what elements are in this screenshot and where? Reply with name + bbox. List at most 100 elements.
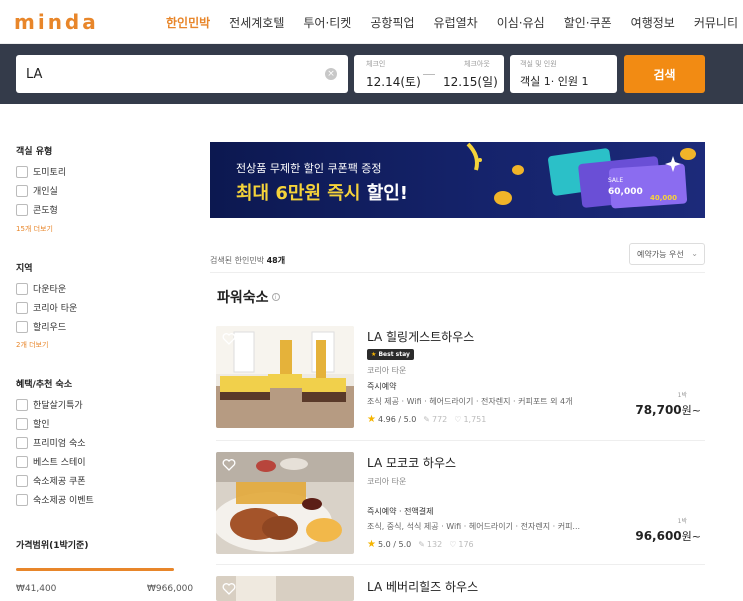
heart-icon[interactable]: [222, 582, 236, 596]
checkbox[interactable]: [16, 398, 28, 411]
nav-item-esim[interactable]: 이심·유심: [497, 14, 545, 31]
banner-coupon-illustration-icon: SALE 60,000 40,000: [466, 142, 696, 209]
like-count: 1,751: [463, 415, 487, 424]
price-amount: 78,700: [635, 403, 682, 417]
filter-benefit-premium[interactable]: 프리미엄 숙소: [16, 436, 86, 449]
checkbox[interactable]: [16, 282, 28, 295]
checkbox[interactable]: [16, 320, 28, 333]
card-divider: [216, 440, 705, 441]
filter-region-downtown[interactable]: 다운타운: [16, 282, 66, 295]
brand-logo[interactable]: minda: [14, 9, 98, 35]
heart-icon[interactable]: [222, 332, 236, 346]
checkbox[interactable]: [16, 301, 28, 314]
room-photo-bedroom-icon: [216, 326, 354, 428]
promo-banner[interactable]: 전상품 무제한 할인 쿠폰팩 증정 최대 6만원 즉시 할인! SALE 60,…: [210, 142, 705, 218]
review-icon: ✎: [418, 540, 425, 549]
main-nav: 한인민박 전세계호텔 투어·티켓 공항픽업 유럽열차 이심·유심 할인·쿠폰 여…: [166, 0, 743, 44]
filter-benefit-coupon[interactable]: 숙소제공 쿠폰: [16, 474, 86, 487]
filter-room-type-dormitory[interactable]: 도미토리: [16, 165, 66, 178]
sort-dropdown[interactable]: 예약가능 우선 ⌄: [629, 243, 705, 265]
checkbox-label: 개인실: [33, 187, 58, 197]
region-more-link[interactable]: 2개 더보기: [16, 340, 48, 350]
clear-icon[interactable]: ×: [325, 68, 337, 80]
listing-title[interactable]: LA 모코코 하우스: [367, 454, 456, 471]
chevron-down-icon: ⌄: [691, 249, 698, 258]
listing-title[interactable]: LA 베버리힐즈 하우스: [367, 578, 478, 595]
filter-price-title: 가격범위(1박기준): [16, 541, 89, 551]
room-type-more-link[interactable]: 15개 더보기: [16, 224, 53, 234]
listing-amenities: 조식 제공 · Wifi · 헤어드라이기 · 전자렌지 · 커피포트 외 4개: [367, 397, 573, 406]
result-count-value: 48개: [266, 256, 286, 265]
filter-room-type-condo[interactable]: 콘도형: [16, 203, 58, 216]
checkbox[interactable]: [16, 417, 28, 430]
nav-item-deals-coupons[interactable]: 할인·쿠폰: [564, 14, 612, 31]
date-picker[interactable]: 체크인 12.14(토) 체크아웃 12.15(일): [354, 55, 504, 93]
checkbox-label: 숙소제공 쿠폰: [33, 477, 86, 487]
checkbox[interactable]: [16, 436, 28, 449]
filter-benefit-event[interactable]: 숙소제공 이벤트: [16, 493, 94, 506]
nav-item-airport-pickup[interactable]: 공항픽업: [370, 14, 414, 31]
filter-benefit-discount[interactable]: 할인: [16, 417, 50, 430]
filter-region-koreatown[interactable]: 코리아 타운: [16, 301, 77, 314]
destination-field[interactable]: ×: [16, 55, 348, 93]
info-icon[interactable]: i: [271, 293, 280, 301]
guests-value: 객실 1· 인원 1: [520, 75, 589, 88]
guest-selector[interactable]: 객실 및 인원 객실 1· 인원 1: [510, 55, 617, 93]
nav-item-europe-rail[interactable]: 유럽열차: [434, 14, 478, 31]
listing-title[interactable]: LA 힐링게스트하우스: [367, 328, 474, 345]
filter-room-type-private[interactable]: 개인실: [16, 184, 58, 197]
filter-benefit-monthly[interactable]: 한달살기특가: [16, 398, 83, 411]
nav-item-hotels[interactable]: 전세계호텔: [229, 14, 284, 31]
checkbox[interactable]: [16, 474, 28, 487]
nav-item-community[interactable]: 커뮤니티: [694, 14, 738, 31]
svg-text:minda: minda: [14, 12, 98, 32]
listing-photo[interactable]: [216, 576, 354, 601]
listing-photo[interactable]: [216, 326, 354, 428]
checkin-value[interactable]: 12.14(토): [366, 73, 421, 90]
checkout-value[interactable]: 12.15(일): [443, 73, 498, 90]
price-min: ₩41,400: [16, 584, 57, 594]
checkbox[interactable]: [16, 184, 28, 197]
like-icon: ♡: [449, 540, 457, 549]
nav-item-tours-tickets[interactable]: 투어·티켓: [303, 14, 351, 31]
checkbox-label: 콘도형: [33, 206, 58, 216]
listing-location: 코리아 타운: [367, 366, 407, 375]
checkbox[interactable]: [16, 493, 28, 506]
search-button[interactable]: 검색: [624, 55, 705, 93]
price-unit: 1박: [677, 392, 687, 399]
review-count: 132: [426, 540, 443, 549]
listing-card[interactable]: LA 모코코 하우스 코리아 타운 즉시예약 · 전액결제 조식, 중식, 석식…: [216, 452, 705, 554]
listing-card[interactable]: LA 힐링게스트하우스 ★ Best stay 코리아 타운 즉시예약 조식 제…: [216, 326, 705, 428]
filter-benefit-best-stay[interactable]: 베스트 스테이: [16, 455, 86, 468]
sort-dropdown-label: 예약가능 우선: [637, 249, 684, 259]
listing-card[interactable]: LA 베버리힐즈 하우스: [216, 576, 705, 601]
checkbox-label: 할리우드: [33, 323, 67, 333]
price-unit: 1박: [677, 518, 687, 525]
heart-icon[interactable]: [222, 458, 236, 472]
nav-item-travel-info[interactable]: 여행정보: [631, 14, 675, 31]
checkbox-label: 베스트 스테이: [33, 458, 86, 468]
result-count-prefix: 검색된 한인민박: [210, 256, 267, 265]
checkbox[interactable]: [16, 203, 28, 216]
banner-headline-highlight: 최대 6만원 즉시: [236, 183, 367, 204]
like-count: 176: [458, 540, 474, 549]
filter-room-type-title: 객실 유형: [16, 147, 53, 157]
checkbox[interactable]: [16, 455, 28, 468]
nav-item-korean-guesthouse[interactable]: 한인민박: [166, 14, 210, 31]
star-icon: ★: [367, 414, 376, 425]
price-currency: 원~: [681, 530, 701, 543]
banner-subtitle: 전상품 무제한 할인 쿠폰팩 증정: [236, 162, 382, 175]
listing-price: 78,700원~: [635, 402, 701, 418]
checkbox-label: 프리미엄 숙소: [33, 439, 86, 449]
destination-input[interactable]: [16, 55, 306, 93]
listing-photo[interactable]: [216, 452, 354, 554]
price-range-slider[interactable]: [16, 568, 174, 571]
review-icon: ✎: [423, 415, 430, 424]
price-amount: 96,600: [635, 529, 682, 543]
best-stay-badge: ★ Best stay: [367, 349, 414, 360]
checkbox[interactable]: [16, 165, 28, 178]
badge-star-icon: ★: [371, 351, 377, 358]
filter-region-hollywood[interactable]: 할리우드: [16, 320, 66, 333]
checkbox-label: 한달살기특가: [33, 401, 83, 411]
banner-headline: 최대 6만원 즉시 할인!: [236, 179, 408, 205]
